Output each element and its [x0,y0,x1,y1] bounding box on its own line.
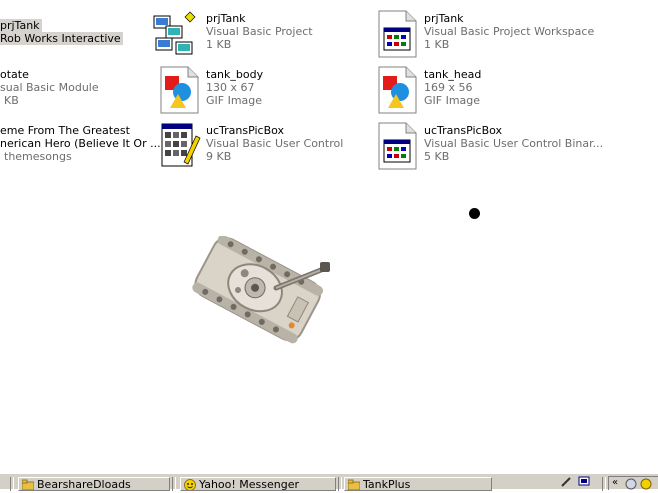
taskbar-label: BearshareDloads [37,478,131,491]
folder-icon [21,479,35,490]
file-item-theme-song[interactable]: eme From The Greatest nerican Hero (Beli… [0,120,161,170]
file-item-rotate-module[interactable]: otate sual Basic Module KB [0,64,140,114]
vb-usercontrol-icon [161,123,201,167]
file-name: tank_body [206,68,264,81]
taskbar-separator [338,477,342,491]
file-type: Visual Basic Project Workspace [424,25,595,38]
file-dimensions: 130 x 67 [206,81,255,94]
taskbar: BearshareDloads Yahoo! Messenger TankPlu… [0,473,658,491]
tank-sprite[interactable] [190,236,340,352]
tray-smiley-icon[interactable] [640,478,652,493]
file-item-prjtank-vbp[interactable]: prjTank Visual Basic Project 1 KB [152,8,352,60]
taskbar-label: TankPlus [363,478,411,491]
file-size: 9 KB [206,150,232,163]
vb-workspace-icon [378,10,417,58]
file-type: GIF Image [424,94,481,107]
vb-project-icon [153,11,196,55]
file-type: Visual Basic User Control Binar... [424,137,604,150]
file-type: sual Basic Module [0,81,99,94]
taskbar-button-tankplus[interactable]: TankPlus [344,477,492,491]
file-type: Visual Basic Project [206,25,313,38]
target-dot [469,208,480,219]
file-name: prjTank [424,12,464,25]
tray-globe-icon[interactable] [625,478,637,493]
chevron-left-icon[interactable]: « [612,477,618,488]
file-item-uctranspicbox-ctx[interactable]: ucTransPicBox Visual Basic User Control … [376,120,616,172]
taskbar-separator [10,477,14,491]
file-item-uctranspicbox-ctl[interactable]: ucTransPicBox Visual Basic User Control … [152,120,352,172]
file-name: ucTransPicBox [206,124,285,137]
file-name: prjTank [0,19,42,32]
file-size: 5 KB [424,150,450,163]
file-name: ucTransPicBox [424,124,503,137]
file-item-prjtank-selected[interactable]: prjTank Rob Works Interactive [0,17,123,57]
yahoo-messenger-icon [184,479,196,490]
file-size: 1 KB [424,38,450,51]
taskbar-button-bearshare[interactable]: BearshareDloads [18,477,170,491]
file-name-line2: nerican Hero (Believe It Or ... [0,137,161,150]
file-item-tank-body[interactable]: tank_body 130 x 67 GIF Image [152,64,352,116]
vb-binary-icon [378,122,417,170]
file-size: KB [4,94,19,107]
file-item-tank-head[interactable]: tank_head 169 x 56 GIF Image [376,64,576,116]
file-type: Visual Basic User Control [206,137,344,150]
file-name: otate [0,68,29,81]
network-icon[interactable] [578,476,590,491]
gif-image-icon [160,66,199,114]
taskbar-separator [172,477,176,491]
pen-icon[interactable] [560,476,572,491]
taskbar-button-yahoo[interactable]: Yahoo! Messenger [180,477,336,491]
file-name: eme From The Greatest [0,124,130,137]
file-type: GIF Image [206,94,263,107]
file-dimensions: 169 x 56 [424,81,473,94]
file-name: tank_head [424,68,482,81]
folder-icon [347,479,361,490]
gif-image-icon [378,66,417,114]
taskbar-label: Yahoo! Messenger [199,478,300,491]
file-item-prjtank-vbw[interactable]: prjTank Visual Basic Project Workspace 1… [376,8,616,60]
file-album: themesongs [4,150,72,163]
taskbar-separator [602,477,606,491]
file-company: Rob Works Interactive [0,32,123,45]
file-name: prjTank [206,12,246,25]
file-size: 1 KB [206,38,232,51]
